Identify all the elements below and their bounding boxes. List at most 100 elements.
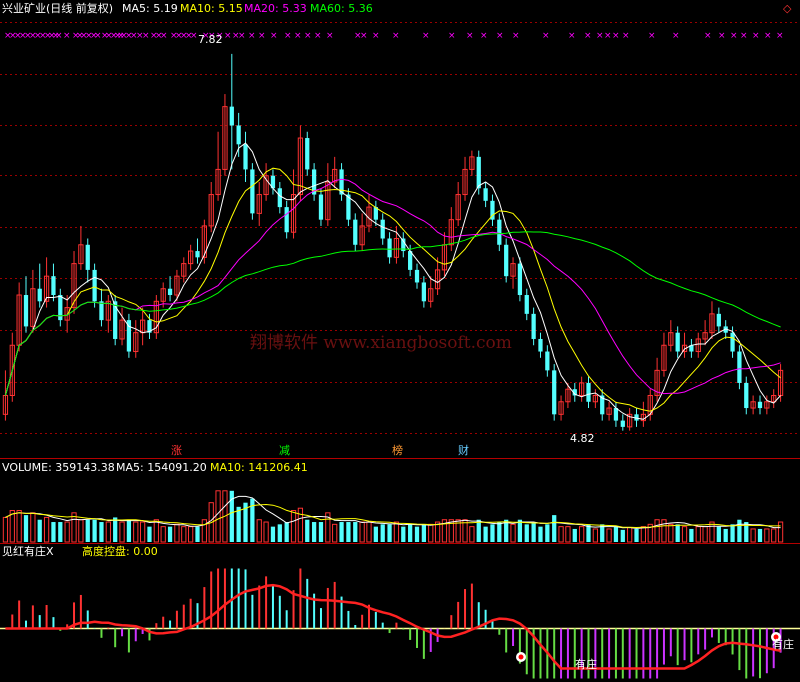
candle-body bbox=[730, 332, 735, 352]
candle-body bbox=[284, 207, 289, 233]
candle-body bbox=[737, 351, 742, 383]
volume-bar bbox=[380, 524, 385, 542]
volume-bar bbox=[311, 522, 317, 542]
x-mark: × bbox=[448, 31, 456, 41]
volume-bar bbox=[675, 524, 680, 542]
candle-body bbox=[236, 125, 241, 145]
volume-bar bbox=[490, 524, 495, 542]
volume-bar bbox=[757, 528, 763, 542]
x-mark: × bbox=[63, 31, 71, 41]
candle-body bbox=[85, 244, 90, 270]
volume-bar bbox=[58, 522, 63, 542]
volume-bar bbox=[147, 526, 152, 542]
candle-body bbox=[250, 169, 255, 214]
volume-bar bbox=[236, 506, 241, 542]
candle-body bbox=[23, 295, 29, 327]
x-mark: × bbox=[568, 31, 576, 41]
volume-bar bbox=[620, 529, 625, 542]
signal-bang: 榜 bbox=[392, 443, 403, 457]
candle-body bbox=[476, 156, 481, 189]
x-mark: × bbox=[372, 31, 380, 41]
zhuang-label-1: 有庄 bbox=[575, 657, 597, 671]
x-mark: × bbox=[730, 31, 738, 41]
x-mark: × bbox=[542, 31, 550, 41]
candle-body bbox=[716, 313, 721, 327]
candle-body bbox=[277, 188, 282, 208]
volume-bar bbox=[476, 519, 481, 542]
ma5-label: MA5: 5.19 bbox=[122, 2, 178, 15]
signal-jian: 减 bbox=[279, 444, 290, 457]
x-mark: × bbox=[248, 31, 256, 41]
x-mark: × bbox=[360, 31, 368, 41]
candle-body bbox=[229, 106, 234, 126]
x-mark: × bbox=[294, 31, 302, 41]
volume-bar bbox=[373, 526, 378, 542]
volume-bar bbox=[85, 519, 90, 542]
volume-bar bbox=[167, 526, 173, 542]
volume-bar bbox=[270, 526, 276, 542]
volume-bar bbox=[277, 524, 282, 542]
volume-bar bbox=[401, 526, 406, 542]
x-mark: × bbox=[648, 31, 656, 41]
candle-body bbox=[483, 188, 488, 201]
x-mark: × bbox=[672, 31, 680, 41]
x-mark: × bbox=[704, 31, 712, 41]
indicator-name: 见红有庄X bbox=[2, 544, 54, 558]
x-mark: × bbox=[160, 31, 168, 41]
x-mark: × bbox=[604, 31, 612, 41]
volume-bar bbox=[634, 528, 639, 542]
ma20-label: MA20: 5.33 bbox=[244, 2, 307, 15]
candle-body bbox=[408, 251, 413, 270]
candle-body bbox=[538, 338, 543, 352]
x-mark: × bbox=[55, 31, 63, 41]
candle-body bbox=[414, 269, 420, 283]
watermark: 翔博软件 www.xiangbosoft.com bbox=[250, 333, 512, 353]
x-mark: × bbox=[224, 31, 232, 41]
volume-bar bbox=[126, 519, 132, 542]
volume-bar bbox=[92, 519, 97, 542]
candle-body bbox=[620, 420, 625, 427]
stock-title: 兴业矿业(日线 前复权) bbox=[2, 1, 113, 15]
volume-bar bbox=[716, 526, 721, 542]
volume-bar bbox=[572, 528, 577, 542]
x-mark: × bbox=[422, 31, 430, 41]
volume-bar bbox=[408, 524, 413, 542]
x-mark: × bbox=[584, 31, 592, 41]
volume-bar bbox=[552, 515, 557, 542]
signal-zhang: 涨 bbox=[171, 444, 182, 457]
high-price-label: 7.82 bbox=[198, 33, 223, 46]
volume-bar bbox=[538, 526, 543, 542]
zhuang-signal-1 bbox=[516, 652, 526, 662]
candle-body bbox=[37, 288, 42, 302]
candle-body bbox=[353, 219, 358, 245]
volume-bar bbox=[723, 528, 728, 542]
x-mark: × bbox=[326, 31, 334, 41]
volume-ma10-label: MA10: 141206.41 bbox=[210, 461, 308, 474]
x-mark: × bbox=[752, 31, 760, 41]
candle-body bbox=[517, 263, 523, 296]
volume-bar bbox=[113, 517, 118, 542]
volume-bar bbox=[497, 522, 502, 542]
x-mark: × bbox=[304, 31, 312, 41]
volume-bar bbox=[613, 526, 619, 542]
diamond-icon[interactable]: ◇ bbox=[783, 2, 792, 15]
x-mark: × bbox=[270, 31, 278, 41]
volume-bar bbox=[195, 526, 200, 542]
volume-bar bbox=[387, 524, 392, 542]
volume-bar bbox=[737, 519, 742, 542]
volume-bar bbox=[545, 524, 550, 542]
zhuang-label-2: 有庄 bbox=[772, 637, 794, 651]
ma10-label: MA10: 5.15 bbox=[180, 2, 243, 15]
x-mark: × bbox=[764, 31, 772, 41]
volume-bar bbox=[421, 524, 426, 542]
candle-body bbox=[99, 301, 104, 321]
candle-body bbox=[167, 288, 173, 296]
candle-body bbox=[586, 382, 591, 402]
volume-bar bbox=[689, 528, 694, 542]
signal-cai: 财 bbox=[458, 443, 469, 457]
candle-body bbox=[552, 370, 557, 415]
x-mark: × bbox=[466, 31, 474, 41]
candle-body bbox=[545, 351, 550, 371]
candle-body bbox=[195, 251, 200, 258]
x-mark: × bbox=[612, 31, 620, 41]
